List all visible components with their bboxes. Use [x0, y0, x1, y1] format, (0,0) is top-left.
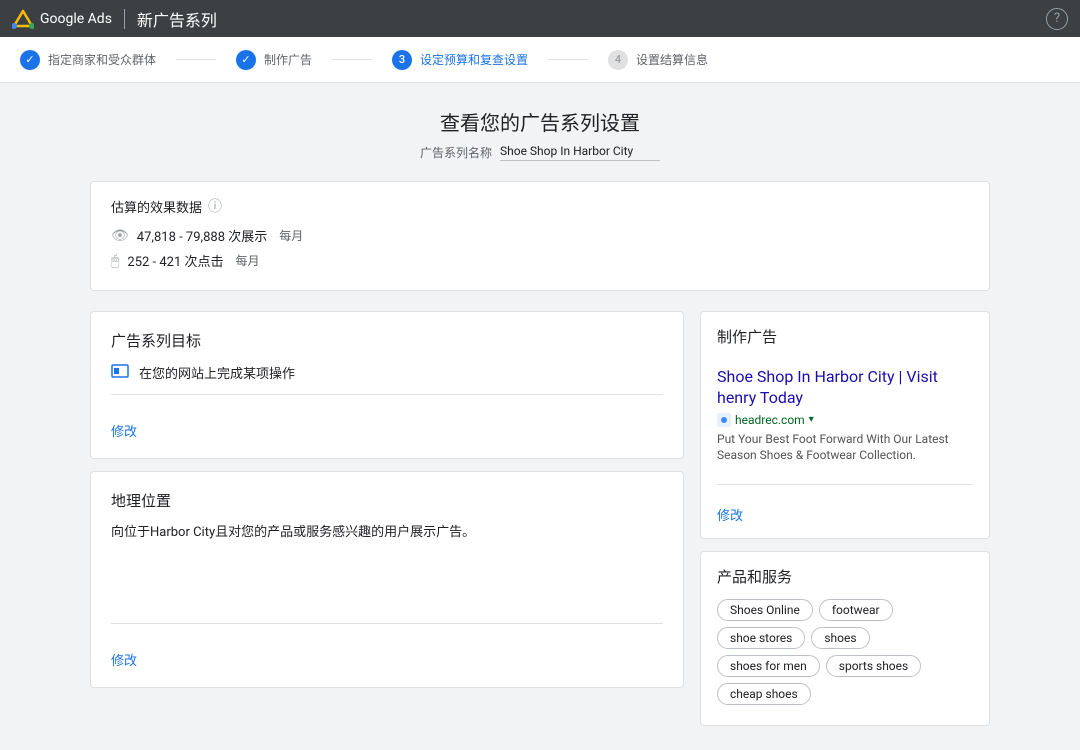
tag-sports-shoes: sports shoes [826, 655, 921, 677]
estimates-header: 估算的效果数据 ⓘ [111, 196, 969, 216]
step-1-circle: ✓ [20, 50, 40, 70]
section-title: 查看您的广告系列设置 [90, 107, 990, 136]
ad-edit-link[interactable]: 修改 [717, 505, 743, 524]
page-title: 新广告系列 [137, 7, 217, 31]
step-3[interactable]: 3 设定预算和复查设置 [376, 50, 544, 70]
impressions-row: 👁 47,818 - 79,888 次展示 每月 [111, 226, 969, 245]
impressions-value: 47,818 - 79,888 次展示 [137, 226, 267, 245]
help-button[interactable]: ? [1046, 8, 1068, 30]
step-2[interactable]: ✓ 制作广告 [220, 50, 328, 70]
cursor-icon: 🖱 [111, 253, 119, 269]
header-divider [124, 9, 125, 29]
clicks-value: 252 - 421 次点击 [127, 251, 223, 270]
steps-bar: ✓ 指定商家和受众群体 ✓ 制作广告 3 设定预算和复查设置 4 设置结算信息 [0, 37, 1080, 83]
help-icon: ? [1054, 11, 1060, 26]
step-3-circle: 3 [392, 50, 412, 70]
step-4[interactable]: 4 设置结算信息 [592, 50, 724, 70]
left-col: 广告系列目标 在您的网站上完成某项操作 修改 地理位置 [90, 311, 684, 700]
ad-url: headrec.com [735, 413, 805, 427]
tag-footwear: footwear [819, 599, 893, 621]
tags-row-1: Shoes Online footwear shoe stores shoes [717, 599, 973, 649]
step-separator-3 [548, 59, 588, 60]
info-icon[interactable]: ⓘ [208, 196, 222, 216]
step-3-label: 设定预算和复查设置 [420, 51, 528, 68]
ad-preview-card: 制作广告 Shoe Shop In Harbor City | Visit he… [700, 311, 990, 539]
header: Google Ads 新广告系列 ? [0, 0, 1080, 37]
ad-url-arrow: ▾ [809, 414, 814, 425]
tag-shoes-for-men: shoes for men [717, 655, 820, 677]
impressions-per: 每月 [279, 227, 303, 244]
location-text: 向位于Harbor City且对您的产品或服务感兴趣的用户展示广告。 [111, 523, 663, 543]
campaign-goal-title: 广告系列目标 [111, 330, 663, 351]
right-col: 制作广告 Shoe Shop In Harbor City | Visit he… [700, 311, 990, 726]
step-separator-1 [176, 59, 216, 60]
campaign-name-value: Shoe Shop In Harbor City [500, 144, 660, 161]
ad-preview-title: 制作广告 [717, 326, 973, 347]
step-1-label: 指定商家和受众群体 [48, 51, 156, 68]
campaign-name-label: 广告系列名称 [420, 144, 492, 161]
ad-url-row: headrec.com ▾ [717, 413, 973, 427]
step-1[interactable]: ✓ 指定商家和受众群体 [20, 50, 172, 70]
location-edit-link[interactable]: 修改 [111, 650, 137, 669]
campaign-goal-card: 广告系列目标 在您的网站上完成某项操作 修改 [90, 311, 684, 459]
google-ads-icon [12, 8, 34, 30]
location-card: 地理位置 向位于Harbor City且对您的产品或服务感兴趣的用户展示广告。 … [90, 471, 684, 688]
step-2-label: 制作广告 [264, 51, 312, 68]
tag-shoe-stores: shoe stores [717, 627, 805, 649]
goal-icon [111, 363, 129, 382]
eye-icon: 👁 [111, 228, 129, 244]
tag-shoes-online: Shoes Online [717, 599, 813, 621]
ad-description: Put Your Best Foot Forward With Our Late… [717, 431, 973, 465]
products-card: 产品和服务 Shoes Online footwear shoe stores … [700, 551, 990, 726]
header-logo: Google Ads [12, 8, 112, 30]
ad-headline: Shoe Shop In Harbor City | Visit henry T… [717, 367, 973, 409]
estimates-box: 估算的效果数据 ⓘ 👁 47,818 - 79,888 次展示 每月 🖱 252… [90, 181, 990, 291]
main-content: 查看您的广告系列设置 广告系列名称 Shoe Shop In Harbor Ci… [90, 83, 990, 750]
clicks-row: 🖱 252 - 421 次点击 每月 [111, 251, 969, 270]
step-2-circle: ✓ [236, 50, 256, 70]
tag-cheap-shoes: cheap shoes [717, 683, 811, 705]
products-title: 产品和服务 [717, 566, 973, 587]
campaign-name-row: 广告系列名称 Shoe Shop In Harbor City [90, 144, 990, 161]
clicks-per: 每月 [236, 252, 260, 269]
step-4-label: 设置结算信息 [636, 51, 708, 68]
step-4-circle: 4 [608, 50, 628, 70]
step-separator-2 [332, 59, 372, 60]
goal-text: 在您的网站上完成某项操作 [139, 363, 295, 382]
goal-item: 在您的网站上完成某项操作 [111, 363, 663, 382]
two-col-layout: 广告系列目标 在您的网站上完成某项操作 修改 地理位置 [90, 311, 990, 726]
app-name: Google Ads [40, 11, 112, 27]
goal-edit-link[interactable]: 修改 [111, 421, 137, 440]
tags-row-2: shoes for men sports shoes cheap shoes [717, 655, 973, 705]
estimates-title: 估算的效果数据 [111, 197, 202, 216]
ad-preview-content: Shoe Shop In Harbor City | Visit henry T… [717, 359, 973, 472]
location-title: 地理位置 [111, 490, 663, 511]
tag-shoes: shoes [811, 627, 869, 649]
ad-url-favicon [717, 413, 731, 427]
